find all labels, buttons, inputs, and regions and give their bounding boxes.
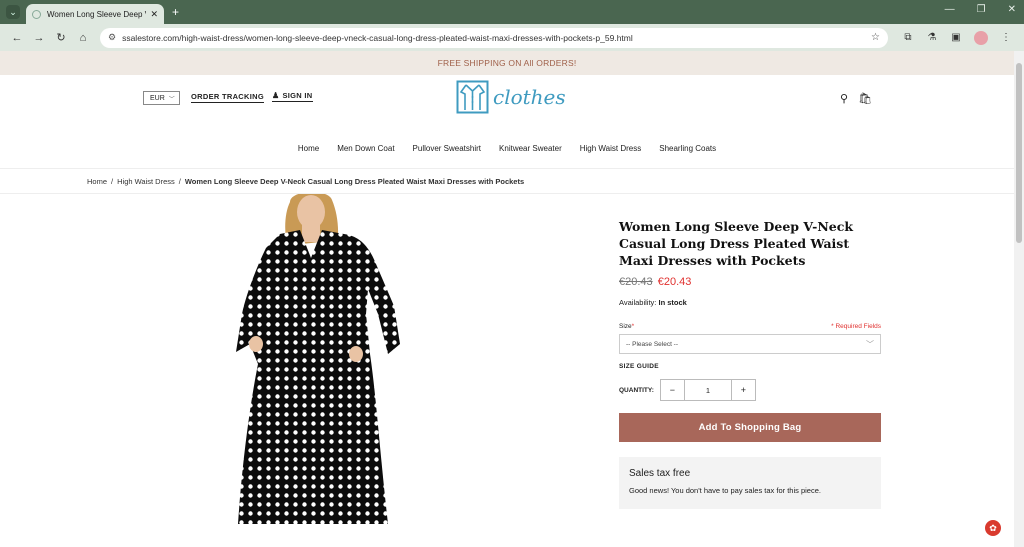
original-price: €20.43 <box>619 276 653 288</box>
tab-title: Women Long Sleeve Deep V-N <box>47 9 146 19</box>
home-icon[interactable]: ⌂ <box>72 32 94 44</box>
breadcrumb: Home / High Waist Dress / Women Long Sle… <box>0 169 1014 194</box>
breadcrumb-category[interactable]: High Waist Dress <box>117 177 175 186</box>
header-actions: ⚲ 🛍 <box>840 92 872 105</box>
nav-item-shearling-coats[interactable]: Shearling Coats <box>659 144 716 153</box>
back-icon[interactable]: ← <box>6 32 28 44</box>
product-title: Women Long Sleeve Deep V-Neck Casual Lon… <box>619 219 853 268</box>
nav-item-high-waist-dress[interactable]: High Waist Dress <box>580 144 642 153</box>
sales-tax-box: Sales tax free Good news! You don't have… <box>619 457 881 509</box>
promo-banner: FREE SHIPPING ON All ORDERS! <box>0 51 1014 75</box>
profile-avatar[interactable] <box>974 30 988 45</box>
reload-icon[interactable]: ↻ <box>50 31 72 44</box>
address-bar[interactable]: ⚙ ssalestore.com/high-waist-dress/women-… <box>100 27 888 48</box>
nav-item-knitwear-sweater[interactable]: Knitwear Sweater <box>499 144 562 153</box>
restore-icon[interactable]: ❐ <box>977 4 986 15</box>
quantity-decrease-button[interactable]: − <box>661 380 684 400</box>
quantity-input[interactable]: 1 <box>683 380 732 400</box>
quantity-increase-button[interactable]: + <box>732 380 755 400</box>
browser-tabbar: ⌄ Women Long Sleeve Deep V-N ✕ + — ❐ ✕ <box>0 0 1024 24</box>
tab-favicon-icon <box>32 9 41 19</box>
breadcrumb-home[interactable]: Home <box>87 177 107 186</box>
price-row: €20.43 €20.43 <box>619 276 881 288</box>
minimize-icon[interactable]: — <box>945 4 955 15</box>
sales-tax-text: Good news! You don't have to pay sales t… <box>629 486 821 495</box>
availability-label: Availability: <box>619 298 657 307</box>
url-text: ssalestore.com/high-waist-dress/women-lo… <box>122 32 633 43</box>
add-to-bag-button[interactable]: Add To Shopping Bag <box>619 413 881 442</box>
chevron-down-icon: ﹀ <box>168 96 175 103</box>
quantity-stepper: − 1 + <box>659 379 756 401</box>
close-window-icon[interactable]: ✕ <box>1008 4 1016 15</box>
chevron-down-icon: ﹀ <box>866 339 874 349</box>
currency-value: EUR <box>150 94 165 102</box>
size-guide-link[interactable]: SIZE GUIDE <box>619 363 881 370</box>
tab-close-icon[interactable]: ✕ <box>150 9 158 20</box>
required-star: * <box>631 323 635 330</box>
search-icon[interactable]: ⚲ <box>840 92 848 105</box>
quantity-row: QUANTITY: − 1 + <box>619 379 881 401</box>
quantity-label: QUANTITY: <box>619 386 654 394</box>
sales-tax-title: Sales tax free <box>629 468 691 479</box>
forward-icon[interactable]: → <box>28 32 50 44</box>
required-fields-note: * Required Fields <box>831 323 881 330</box>
nav-item-home[interactable]: Home <box>298 144 319 153</box>
browser-tab[interactable]: Women Long Sleeve Deep V-N ✕ <box>26 4 164 24</box>
availability: Availability: In stock <box>619 298 881 307</box>
labs-icon[interactable]: ⚗ <box>920 32 944 43</box>
breadcrumb-current: Women Long Sleeve Deep V-Neck Casual Lon… <box>184 176 525 186</box>
sign-in-label: SIGN IN <box>282 91 313 100</box>
sale-price: €20.43 <box>657 276 692 288</box>
sign-in-link[interactable]: ♟ SIGN IN <box>272 91 313 102</box>
product-image[interactable] <box>228 194 404 524</box>
size-select-value: -- Please Select -- <box>626 340 679 348</box>
page-scrollbar[interactable] <box>1014 51 1024 547</box>
size-row: Size* * Required Fields <box>619 323 881 330</box>
user-icon: ♟ <box>272 91 280 100</box>
size-label-text: Size <box>619 323 632 330</box>
web-page: FREE SHIPPING ON All ORDERS! EUR ﹀ ORDER… <box>0 51 1014 547</box>
product-section: Women Long Sleeve Deep V-Neck Casual Lon… <box>0 194 1014 524</box>
bookmark-star-icon[interactable]: ☆ <box>871 32 880 43</box>
currency-select[interactable]: EUR ﹀ <box>143 91 180 105</box>
site-header: EUR ﹀ ORDER TRACKING ♟ SIGN IN clothes ⚲ … <box>0 75 1014 129</box>
order-tracking-link[interactable]: ORDER TRACKING <box>191 92 264 103</box>
browser-toolbar: ← → ↻ ⌂ ⚙ ssalestore.com/high-waist-dres… <box>0 24 1024 51</box>
floating-widget-icon[interactable]: ✿ <box>985 520 1001 536</box>
breadcrumb-separator: / <box>111 176 114 186</box>
scrollbar-thumb[interactable] <box>1016 63 1022 243</box>
product-info: Women Long Sleeve Deep V-Neck Casual Lon… <box>619 194 881 509</box>
site-logo[interactable]: clothes <box>456 80 566 114</box>
shopping-bag-icon[interactable]: 🛍 <box>858 92 872 105</box>
logo-text: clothes <box>493 85 566 109</box>
size-label: Size* <box>619 323 634 330</box>
browser-menu-icon[interactable]: ⋮ <box>994 32 1018 43</box>
nav-item-men-down-coat[interactable]: Men Down Coat <box>337 144 394 153</box>
extensions-icon[interactable]: ⧉ <box>896 32 920 43</box>
tab-search-button[interactable]: ⌄ <box>6 5 20 19</box>
breadcrumb-separator: / <box>178 176 181 186</box>
size-select[interactable]: -- Please Select -- ﹀ <box>619 334 881 354</box>
window-controls: — ❐ ✕ <box>945 4 1016 15</box>
new-tab-button[interactable]: + <box>172 5 179 19</box>
main-navigation: Home Men Down Coat Pullover Sweatshirt K… <box>0 129 1014 169</box>
side-panel-icon[interactable]: ▣ <box>944 32 968 43</box>
shirt-logo-icon <box>456 80 489 114</box>
nav-item-pullover-sweatshirt[interactable]: Pullover Sweatshirt <box>413 144 481 153</box>
availability-value: In stock <box>658 298 687 307</box>
site-info-icon[interactable]: ⚙ <box>108 32 116 43</box>
